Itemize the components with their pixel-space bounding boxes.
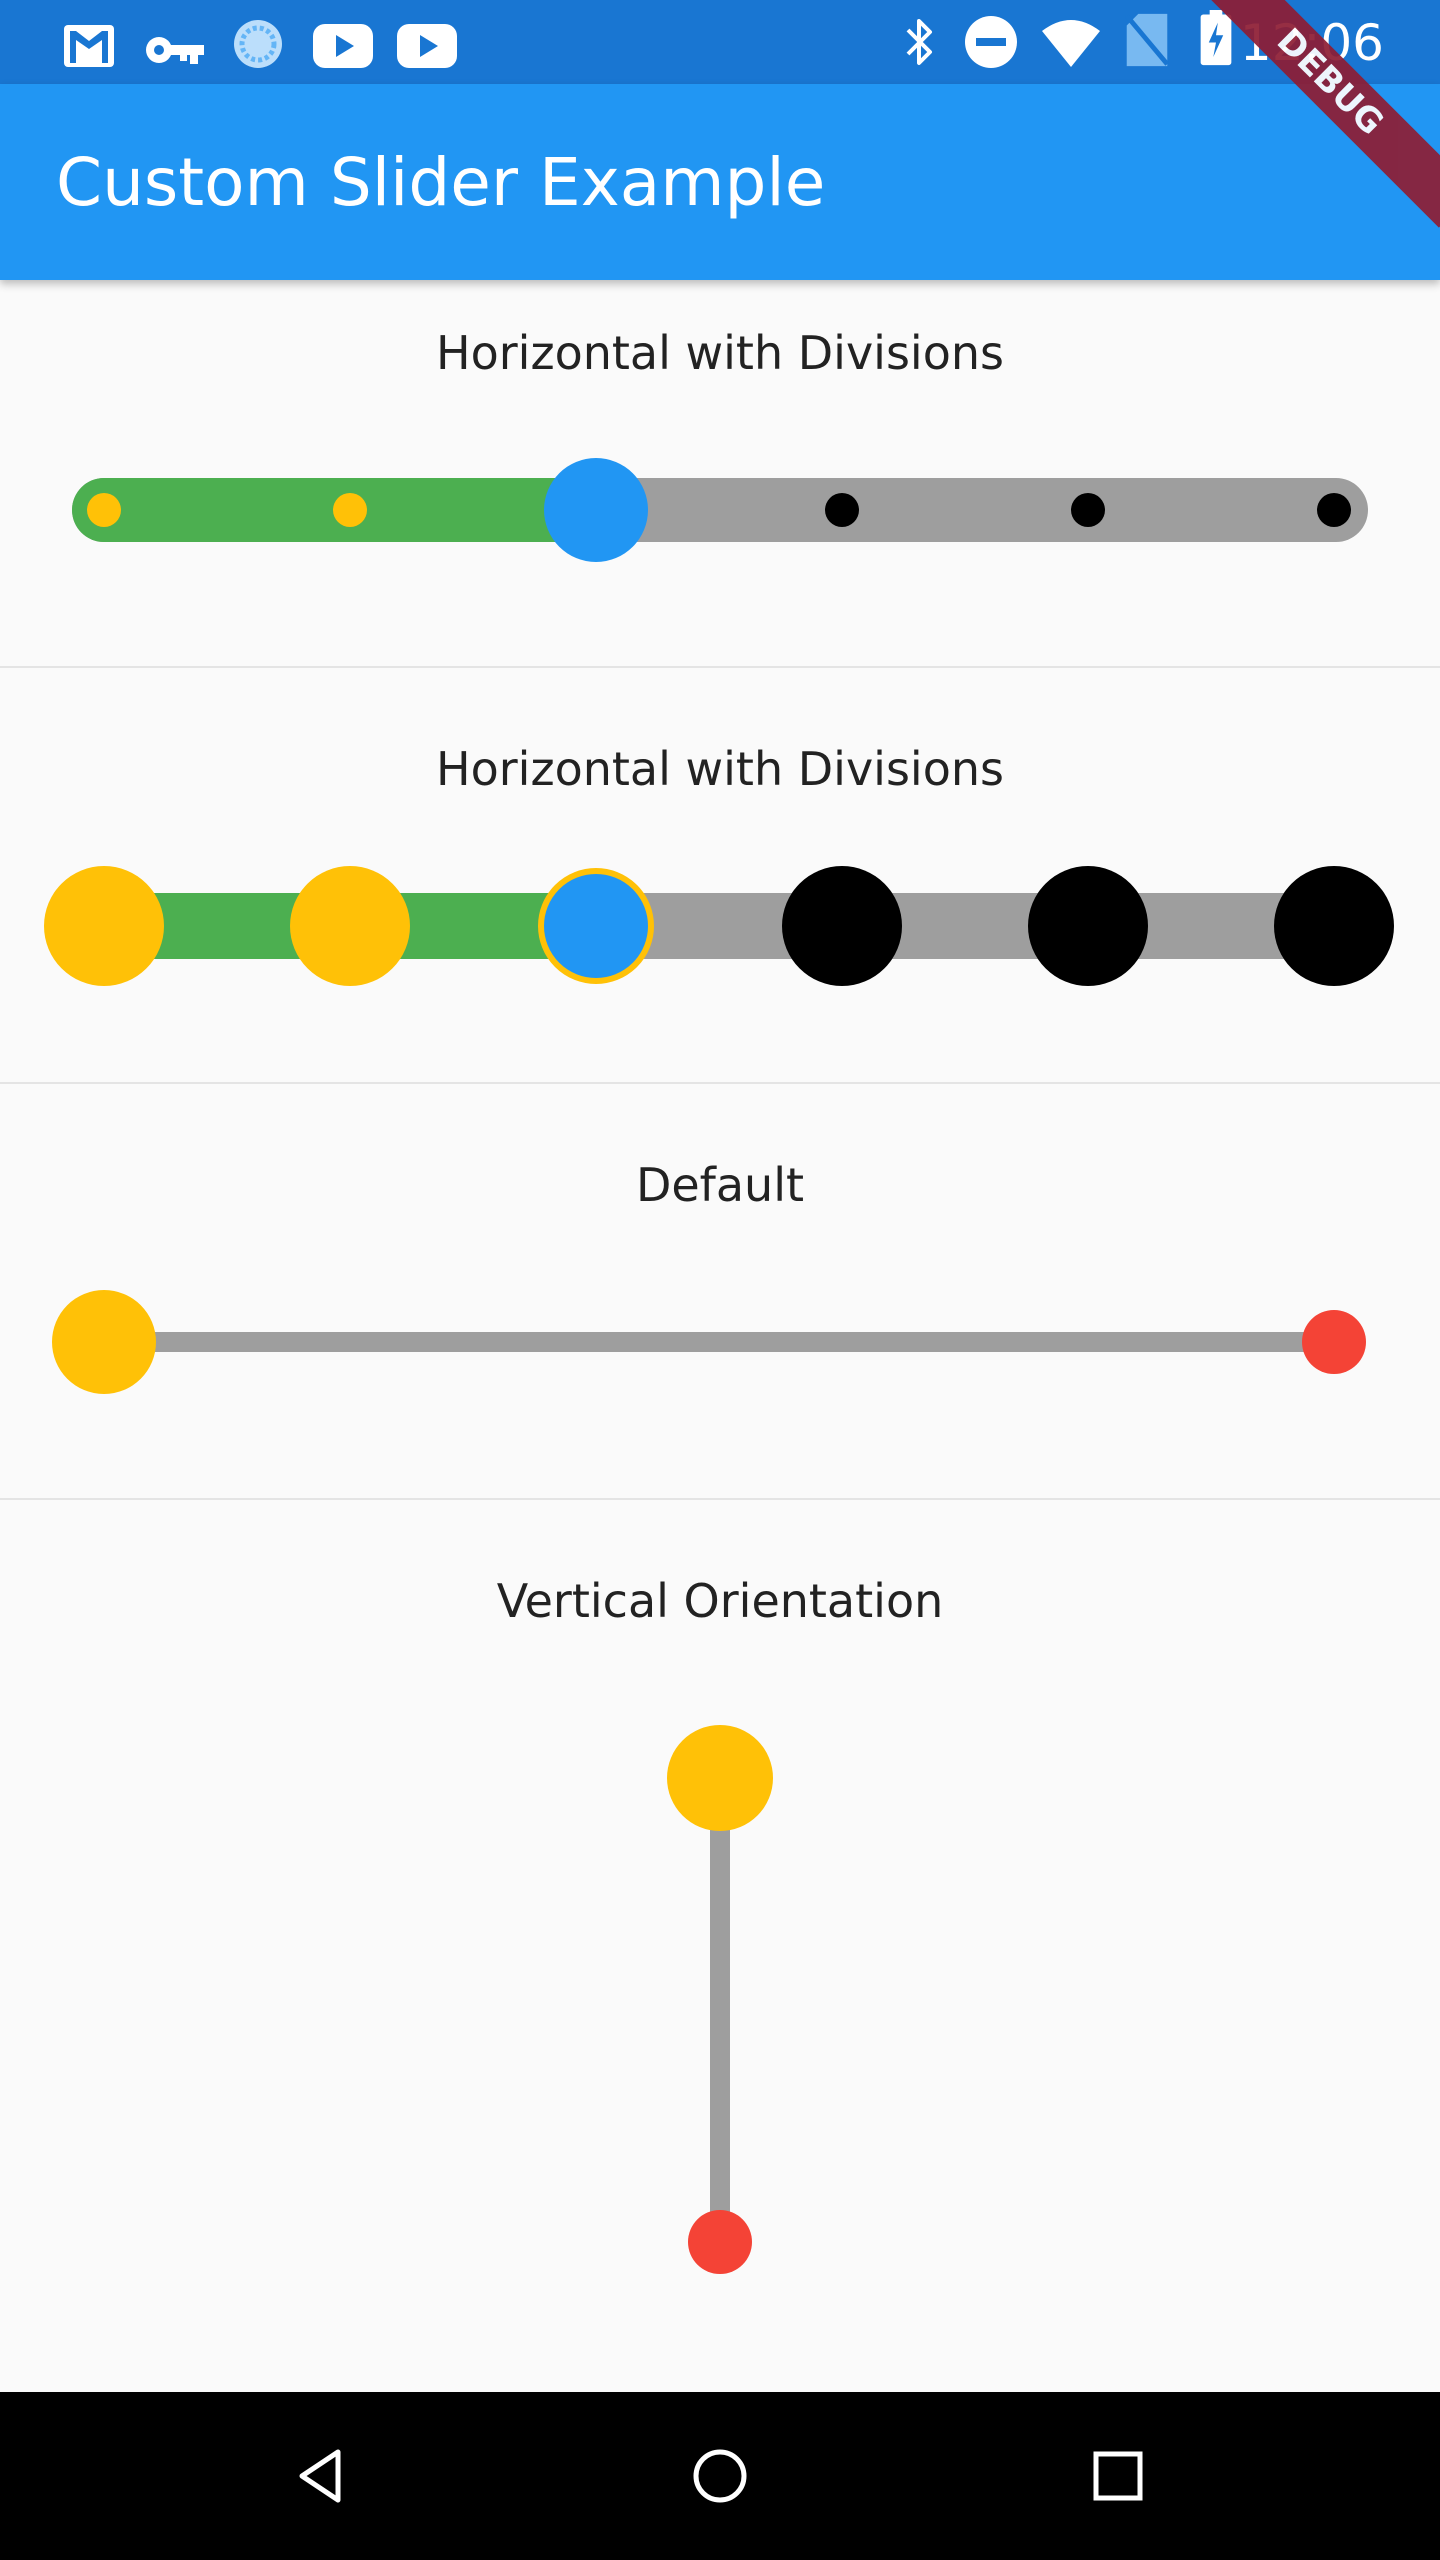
tick-mark: [44, 866, 164, 986]
battery-charging-icon: [1200, 10, 1232, 66]
tick-mark: [1274, 866, 1394, 986]
bluetooth-icon: [906, 19, 932, 65]
tick-mark: [782, 866, 902, 986]
slider-section-horizontal-divisions-small: Horizontal with Divisions: [0, 280, 1440, 668]
slider-thumb[interactable]: [52, 1290, 156, 1394]
wifi-icon: [1042, 20, 1100, 67]
track-end-marker: [1302, 1310, 1366, 1374]
slider-section-default: Default: [0, 1084, 1440, 1500]
back-icon[interactable]: [292, 2446, 352, 2506]
slider-thumb[interactable]: [544, 458, 648, 562]
tick-mark: [825, 493, 859, 527]
slider-thumb[interactable]: [667, 1725, 773, 1831]
slider-default[interactable]: [0, 1084, 1440, 1500]
slider-section-horizontal-divisions-large: Horizontal with Divisions: [0, 668, 1440, 1084]
no-sim-icon: [1124, 13, 1170, 67]
vpn-key-icon: [146, 37, 204, 64]
slider-vertical[interactable]: [0, 1500, 1440, 2392]
slider-horizontal-divisions-small[interactable]: [0, 280, 1440, 668]
slider-thumb[interactable]: [538, 868, 654, 984]
tick-mark: [1028, 866, 1148, 986]
app-title: Custom Slider Example: [56, 144, 826, 221]
tick-mark: [1071, 493, 1105, 527]
gmail-icon: [64, 25, 114, 67]
tick-mark: [1317, 493, 1351, 527]
home-icon[interactable]: [692, 2448, 748, 2504]
tick-mark: [290, 866, 410, 986]
slider-horizontal-divisions-large[interactable]: [0, 668, 1440, 1084]
status-bar: 12:06: [0, 0, 1440, 84]
tick-mark: [333, 493, 367, 527]
do-not-disturb-icon: [965, 16, 1017, 68]
youtube-icon: [397, 24, 457, 68]
track-end-marker: [688, 2210, 752, 2274]
tick-mark: [87, 493, 121, 527]
slider-section-vertical: Vertical Orientation: [0, 1500, 1440, 2392]
navigation-bar: [0, 2392, 1440, 2560]
sync-icon: [234, 20, 282, 68]
recents-icon[interactable]: [1092, 2450, 1144, 2502]
status-time: 12:06: [1239, 14, 1384, 72]
youtube-icon: [313, 24, 373, 68]
app-bar: Custom Slider Example: [0, 84, 1440, 280]
